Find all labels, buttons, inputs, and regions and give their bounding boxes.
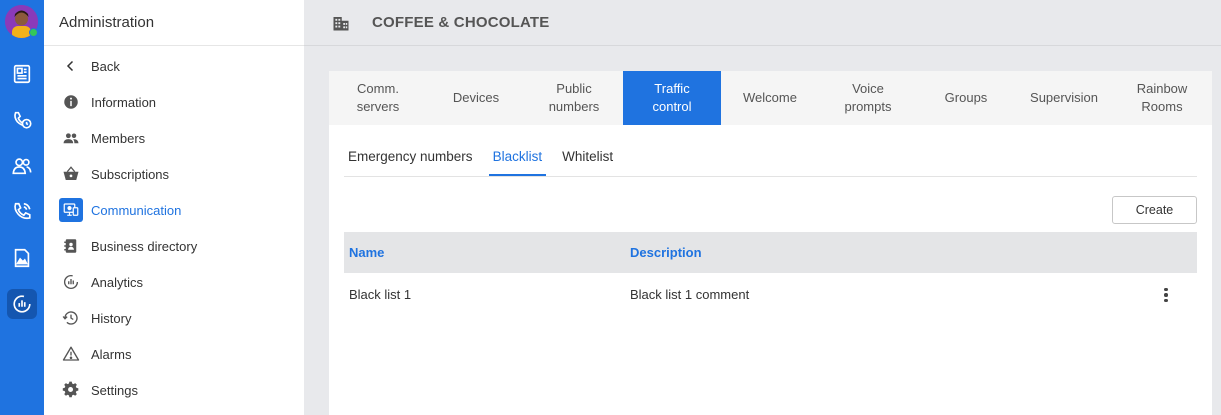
nav-label: Information xyxy=(91,94,157,110)
tab-voice-prompts[interactable]: Voice prompts xyxy=(819,71,917,125)
tab-supervision[interactable]: Supervision xyxy=(1015,71,1113,125)
nav-label: Communication xyxy=(91,202,182,218)
chevron-left-icon xyxy=(59,54,83,78)
analytics-icon xyxy=(59,270,83,294)
subtab-whitelist[interactable]: Whitelist xyxy=(558,143,617,176)
nav-label: Members xyxy=(91,130,146,146)
more-options-icon[interactable] xyxy=(1158,286,1174,304)
create-button[interactable]: Create xyxy=(1112,196,1197,224)
tab-groups[interactable]: Groups xyxy=(917,71,1015,125)
basket-icon xyxy=(59,162,83,186)
nav-back[interactable]: Back xyxy=(44,48,304,84)
admin-nav: Back Information Members Subscriptions C… xyxy=(44,46,304,408)
nav-label: Alarms xyxy=(91,346,132,362)
sub-tabs: Emergency numbers Blacklist Whitelist xyxy=(344,143,1197,177)
calls-history-icon[interactable] xyxy=(7,105,37,135)
traffic-control-card: Comm. servers Devices Public numbers Tra… xyxy=(329,71,1212,415)
tab-devices[interactable]: Devices xyxy=(427,71,525,125)
nav-label: Back xyxy=(91,58,120,74)
tab-comm-servers[interactable]: Comm. servers xyxy=(329,71,427,125)
panel-title: Administration xyxy=(44,0,304,46)
subtab-emergency-numbers[interactable]: Emergency numbers xyxy=(344,143,477,176)
nav-communication[interactable]: Communication xyxy=(44,192,304,228)
table-row[interactable]: Black list 1 Black list 1 comment xyxy=(344,273,1197,316)
file-icon[interactable] xyxy=(7,243,37,273)
tab-traffic-control[interactable]: Traffic control xyxy=(623,71,721,125)
administration-panel: Administration Back Information Members … xyxy=(44,0,304,415)
nav-business-directory[interactable]: Business directory xyxy=(44,228,304,264)
main-tabs: Comm. servers Devices Public numbers Tra… xyxy=(329,71,1212,125)
nav-settings[interactable]: Settings xyxy=(44,372,304,408)
subtab-blacklist[interactable]: Blacklist xyxy=(488,143,547,176)
nav-label: Settings xyxy=(91,382,138,398)
blacklist-table: Name Description Black list 1 Black list… xyxy=(344,232,1197,316)
history-icon xyxy=(59,306,83,330)
communication-icon xyxy=(59,198,83,222)
nav-history[interactable]: History xyxy=(44,300,304,336)
tab-public-numbers[interactable]: Public numbers xyxy=(525,71,623,125)
analytics-rail-icon[interactable] xyxy=(7,289,37,319)
nav-alarms[interactable]: Alarms xyxy=(44,336,304,372)
nav-information[interactable]: Information xyxy=(44,84,304,120)
tab-welcome[interactable]: Welcome xyxy=(721,71,819,125)
cell-description: Black list 1 comment xyxy=(630,287,750,302)
cell-name: Black list 1 xyxy=(349,287,412,302)
table-header: Name Description xyxy=(344,232,1197,273)
contacts-icon[interactable] xyxy=(7,151,37,181)
gear-icon xyxy=(59,378,83,402)
nav-analytics[interactable]: Analytics xyxy=(44,264,304,300)
nav-label: Analytics xyxy=(91,274,144,290)
telephony-icon[interactable] xyxy=(7,197,37,227)
alarm-icon xyxy=(59,342,83,366)
company-name: COFFEE & CHOCOLATE xyxy=(372,14,550,31)
nav-label: Business directory xyxy=(91,238,198,254)
news-icon[interactable] xyxy=(7,59,37,89)
members-icon xyxy=(59,126,83,150)
directory-icon xyxy=(59,234,83,258)
column-header-name[interactable]: Name xyxy=(344,245,630,260)
column-header-description[interactable]: Description xyxy=(630,245,1130,260)
nav-subscriptions[interactable]: Subscriptions xyxy=(44,156,304,192)
page-header: COFFEE & CHOCOLATE xyxy=(304,0,1221,46)
nav-label: History xyxy=(91,310,132,326)
nav-label: Subscriptions xyxy=(91,166,170,182)
nav-members[interactable]: Members xyxy=(44,120,304,156)
info-icon xyxy=(59,90,83,114)
tab-rainbow-rooms[interactable]: Rainbow Rooms xyxy=(1113,71,1211,125)
app-rail xyxy=(0,0,44,415)
building-icon xyxy=(333,16,349,30)
presence-online-icon xyxy=(29,28,38,37)
